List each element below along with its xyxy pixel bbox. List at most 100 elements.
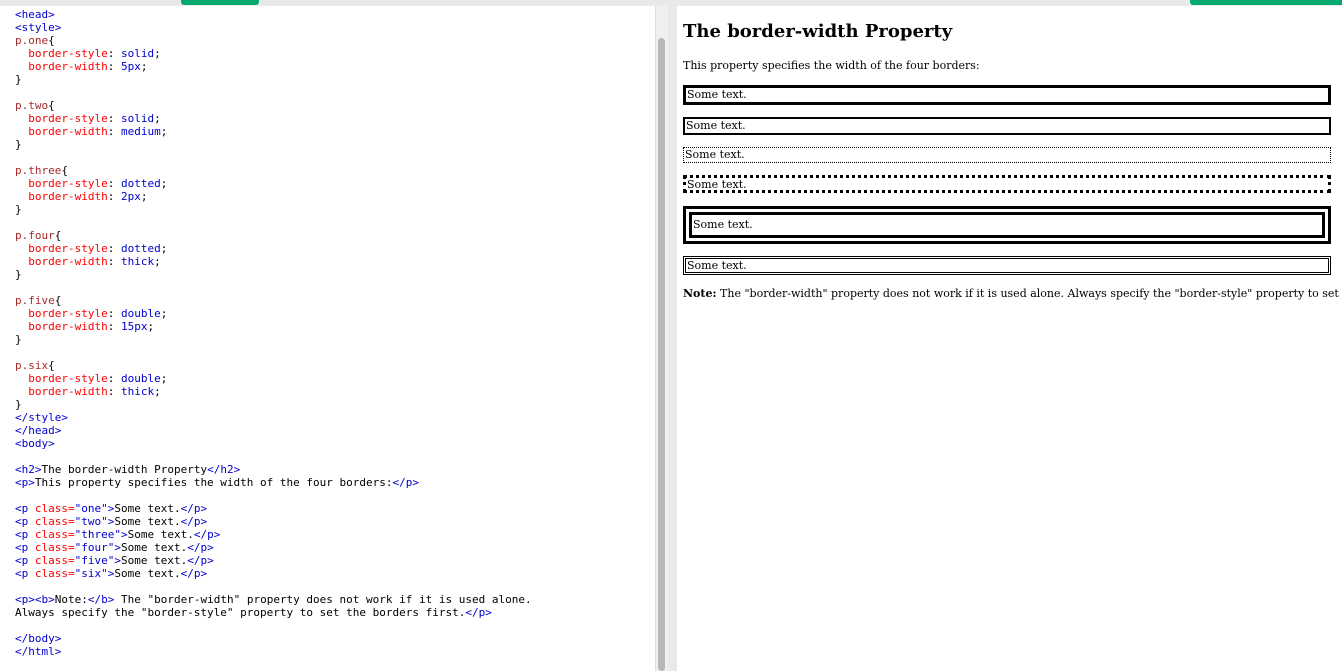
code-line: <body> [15,437,532,450]
code-token: ; [160,372,168,385]
code-token: </b> [87,593,115,606]
get-website-button[interactable] [1190,0,1342,5]
code-line: <p class="three">Some text.</p> [15,528,532,541]
code-token: class= [34,502,75,515]
code-editor[interactable]: <head> <style> p.one{ border-style: solid;… [0,6,655,671]
code-token: 5px [120,60,141,73]
code-token: </html> [15,645,62,658]
result-pane: The border-width Property This property … [677,6,1342,671]
code-token: p.one [15,34,49,47]
code-token: </p> [193,528,221,541]
code-token: <p [15,515,35,528]
code-token: medium [120,125,161,138]
code-token: border-style [28,372,108,385]
code-token: : [107,372,121,385]
code-token: </p> [465,606,492,619]
code-token: : [107,320,121,333]
code-text[interactable]: <head> <style> p.one{ border-style: solid;… [15,8,532,658]
code-token: Some text. [114,502,181,515]
code-token: : [107,307,121,320]
code-token: <head> [15,8,55,21]
code-token: thick [120,255,155,268]
code-token: ; [147,320,155,333]
code-token: Some text. [114,515,181,528]
box-four: Some text. [683,175,1331,193]
code-token: </style> [15,411,68,424]
code-token: class= [34,554,75,567]
code-line: <h2>The border-width Property</h2> [15,463,532,476]
code-token: ; [140,60,148,73]
code-token: <p [15,502,35,515]
code-token: "five" [74,554,115,567]
code-token: class= [34,567,75,580]
code-token: Some text. [114,567,181,580]
code-token: ; [154,112,161,125]
pane-divider[interactable] [668,6,676,671]
code-token: double [120,372,161,385]
code-line: </head> [15,424,532,437]
code-line: border-width: thick; [15,385,532,398]
code-token: border-width [28,255,108,268]
code-token: </p> [180,515,208,528]
code-token: Always specify the "border-style" proper… [15,606,466,619]
code-token: p.five [15,294,55,307]
code-line: </body> [15,632,532,645]
code-token: { [48,359,55,372]
code-token: solid [120,112,155,125]
code-token: { [61,164,68,177]
code-token: > [114,541,121,554]
editor-scrollbar-thumb[interactable] [658,38,665,671]
code-token: ; [160,307,168,320]
code-token: </p> [187,541,214,554]
code-token: class= [34,515,75,528]
code-line: border-width: medium; [15,125,532,138]
code-line: border-style: dotted; [15,177,532,190]
code-line: border-width: 2px; [15,190,532,203]
code-token: </h2> [207,463,241,476]
code-token: { [54,294,62,307]
code-token: { [48,34,55,47]
code-token: The "border-width" property does not wor… [114,593,532,606]
code-token: } [15,268,22,281]
code-line: p.one{ [15,34,532,47]
code-token: border-width [28,385,108,398]
code-line: } [15,73,532,86]
code-token: <p> [15,476,35,489]
note-text: The "border-width" property does not wor… [720,287,1342,300]
code-line: </style> [15,411,532,424]
code-token: class= [34,541,75,554]
result-intro: This property specifies the width of the… [683,59,980,72]
code-line: p.six{ [15,359,532,372]
code-line: } [15,333,532,346]
code-token: > [120,528,128,541]
result-note: Note: The "border-width" property does n… [683,287,1342,300]
code-token: </body> [15,632,62,645]
code-line: </html> [15,645,532,658]
code-token: The border-width Property [41,463,208,476]
code-token: thick [120,385,155,398]
code-token: <body> [15,437,55,450]
code-line: <p><b>Note:</b> The "border-width" prope… [15,593,532,606]
code-token: <p [15,554,35,567]
code-line: <head> [15,8,532,21]
code-token: ; [160,177,168,190]
code-token: border-width [28,125,108,138]
code-line: <p>This property specifies the width of … [15,476,532,489]
code-token: ; [154,385,161,398]
code-token: "one" [74,502,108,515]
code-token: border-width [28,60,108,73]
code-token: } [15,73,22,86]
code-token: ; [140,190,148,203]
run-button[interactable] [181,0,259,5]
